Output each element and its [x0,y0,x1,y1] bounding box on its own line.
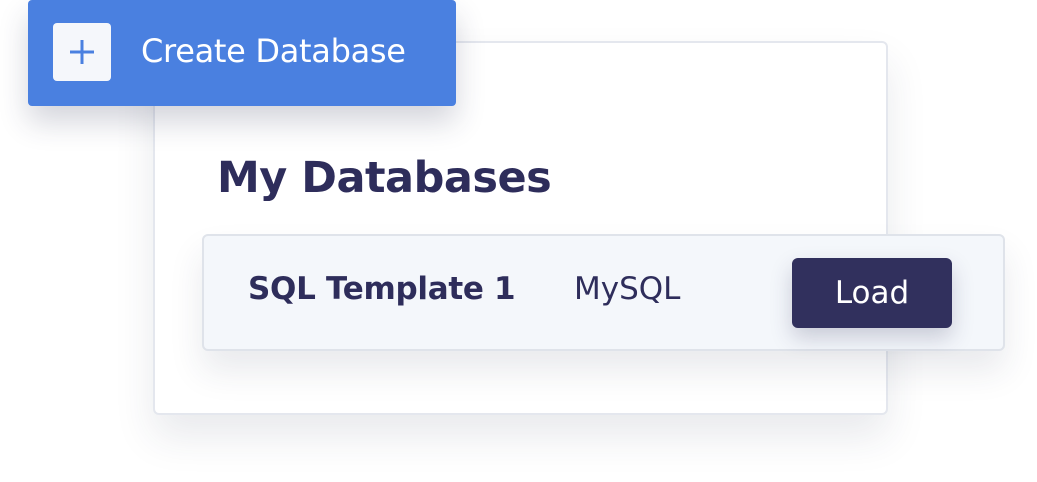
database-type: MySQL [574,271,681,307]
stage: My Databases SQL Template 1 MySQL Load C… [0,0,1037,482]
load-button[interactable]: Load [792,258,952,328]
plus-icon [53,23,111,81]
create-database-label: Create Database [141,32,406,70]
panel-title: My Databases [217,153,552,203]
create-database-button[interactable]: Create Database [28,0,456,106]
database-name: SQL Template 1 [248,271,516,307]
database-row: SQL Template 1 MySQL Load [202,234,1005,351]
